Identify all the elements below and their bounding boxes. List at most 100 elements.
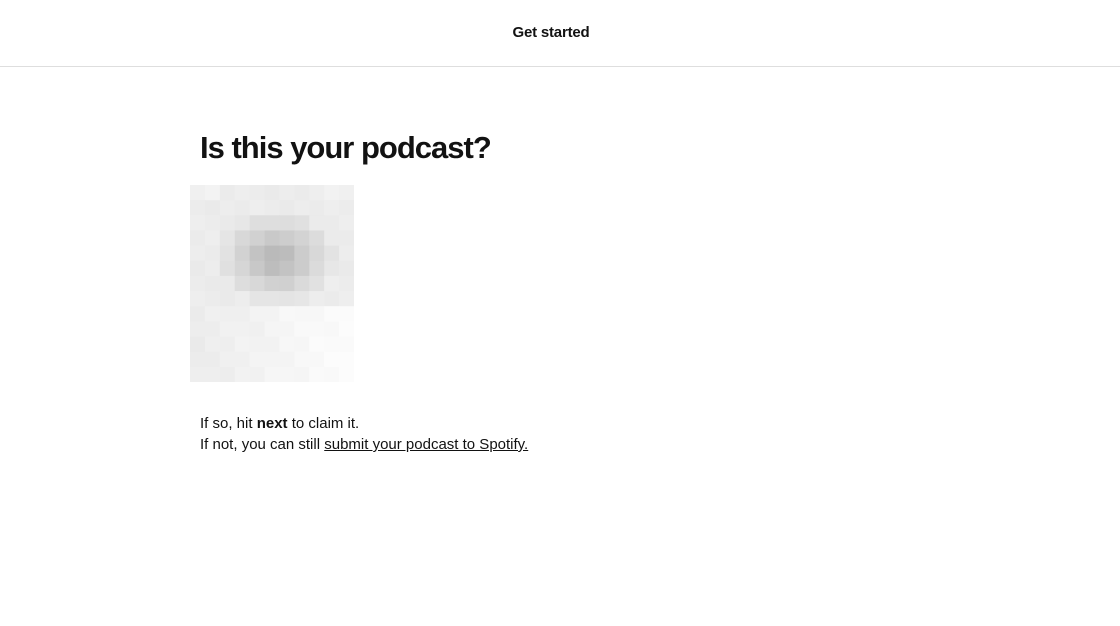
cover-pixel — [234, 200, 251, 216]
cover-pixel — [279, 260, 295, 277]
cover-pixel — [279, 200, 295, 216]
cover-pixel — [204, 366, 221, 382]
cover-pixel — [324, 260, 340, 277]
cover-pixel — [249, 366, 266, 382]
cover-pixel — [309, 366, 325, 382]
cover-pixel — [190, 200, 206, 216]
cover-pixel — [190, 306, 206, 322]
cover-pixel — [339, 230, 354, 247]
cover-pixel — [219, 291, 236, 307]
cover-pixel — [264, 351, 281, 368]
cover-pixel — [339, 306, 354, 322]
cover-pixel — [294, 275, 310, 292]
cover-pixel — [324, 245, 340, 262]
cover-pixel — [294, 260, 310, 277]
cover-pixel — [339, 185, 354, 201]
cover-pixel — [309, 306, 325, 322]
cover-pixel — [249, 306, 266, 322]
message-line-yes: If so, hit next to claim it. — [200, 413, 528, 434]
cover-pixel — [279, 366, 295, 382]
cover-pixel — [249, 351, 266, 368]
cover-pixel — [264, 366, 281, 382]
cover-pixel — [309, 245, 325, 262]
cover-pixel — [294, 230, 310, 247]
cover-pixel — [279, 321, 295, 338]
cover-pixel — [249, 215, 266, 232]
cover-pixel — [234, 230, 251, 247]
message-yes-suffix: to claim it. — [287, 415, 360, 432]
cover-pixel — [324, 200, 340, 216]
cover-pixel — [219, 275, 236, 292]
cover-pixel — [309, 185, 325, 201]
cover-pixel — [219, 336, 236, 353]
cover-pixel — [234, 260, 251, 277]
cover-pixel — [294, 185, 310, 201]
cover-pixel — [234, 215, 251, 232]
cover-pixel — [219, 215, 236, 232]
cover-pixel — [219, 306, 236, 322]
cover-pixel — [309, 351, 325, 368]
cover-pixel — [339, 321, 354, 338]
cover-pixel — [294, 291, 310, 307]
cover-pixel — [204, 291, 221, 307]
cover-pixel — [190, 260, 206, 277]
cover-pixel — [204, 230, 221, 247]
cover-pixel — [249, 260, 266, 277]
top-bar: Get started — [0, 0, 1120, 67]
pixelated-cover-graphic — [190, 185, 354, 382]
cover-pixel — [309, 230, 325, 247]
cover-pixel — [339, 336, 354, 353]
cover-pixel — [264, 245, 281, 262]
cover-pixel — [204, 260, 221, 277]
cover-pixel — [339, 351, 354, 368]
cover-pixel — [339, 215, 354, 232]
page-title: Is this your podcast? — [200, 130, 492, 165]
cover-pixel — [324, 351, 340, 368]
cover-pixel — [234, 336, 251, 353]
cover-pixel — [234, 185, 251, 201]
cover-pixel — [204, 200, 221, 216]
cover-pixel — [204, 321, 221, 338]
cover-pixel — [204, 185, 221, 201]
cover-pixel — [294, 321, 310, 338]
cover-pixel — [309, 336, 325, 353]
cover-pixel — [249, 291, 266, 307]
cover-pixel — [279, 291, 295, 307]
cover-pixel — [324, 366, 340, 382]
message-line-no: If not, you can still submit your podcas… — [200, 434, 528, 455]
cover-pixel — [294, 366, 310, 382]
cover-pixel — [324, 275, 340, 292]
cover-pixel — [190, 336, 206, 353]
submit-podcast-link[interactable]: submit your podcast to Spotify. — [324, 436, 528, 453]
cover-pixel — [294, 215, 310, 232]
cover-pixel — [249, 336, 266, 353]
cover-pixel — [324, 306, 340, 322]
header-title: Get started — [512, 24, 590, 41]
message-yes-prefix: If so, hit — [200, 415, 257, 432]
cover-pixel — [264, 185, 281, 201]
cover-pixel — [279, 351, 295, 368]
cover-pixel — [204, 351, 221, 368]
cover-pixel — [279, 275, 295, 292]
cover-pixel — [309, 275, 325, 292]
cover-pixel — [294, 306, 310, 322]
cover-pixel — [234, 245, 251, 262]
cover-pixel — [324, 230, 340, 247]
cover-pixel — [234, 291, 251, 307]
message-no-prefix: If not, you can still — [200, 436, 325, 453]
cover-pixel — [249, 185, 266, 201]
cover-pixel — [279, 336, 295, 353]
cover-pixel — [309, 321, 325, 338]
cover-pixel — [339, 245, 354, 262]
cover-pixel — [309, 260, 325, 277]
cover-pixel — [219, 351, 236, 368]
cover-pixel — [339, 260, 354, 277]
cover-pixel — [324, 291, 340, 307]
cover-pixel — [219, 200, 236, 216]
cover-pixel — [279, 230, 295, 247]
cover-pixel — [219, 245, 236, 262]
cover-pixel — [249, 200, 266, 216]
cover-pixel — [264, 336, 281, 353]
podcast-cover-image — [190, 185, 354, 382]
claim-message: If so, hit next to claim it. If not, you… — [200, 413, 528, 455]
